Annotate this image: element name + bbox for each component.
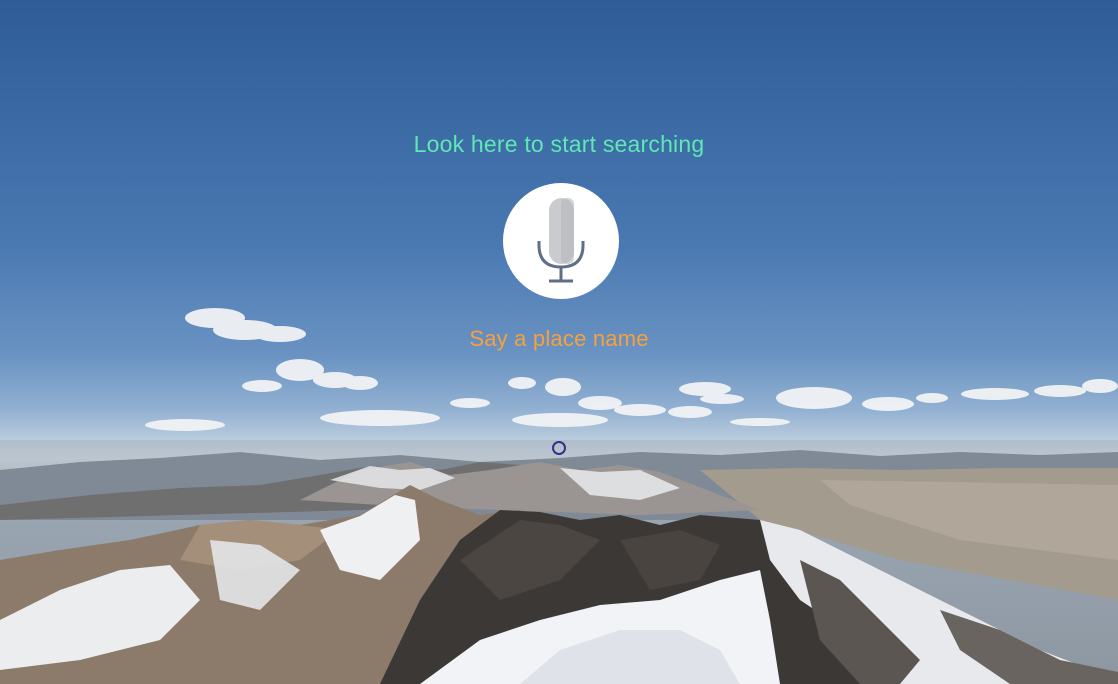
microphone-icon xyxy=(537,198,585,283)
microphone-button[interactable] xyxy=(503,183,619,299)
search-prompt: Look here to start searching xyxy=(413,131,705,157)
gaze-reticle xyxy=(552,441,566,455)
vr-panorama-scene: Look here to start searching Say a place… xyxy=(0,0,1118,684)
voice-hint: Say a place name xyxy=(469,326,649,351)
